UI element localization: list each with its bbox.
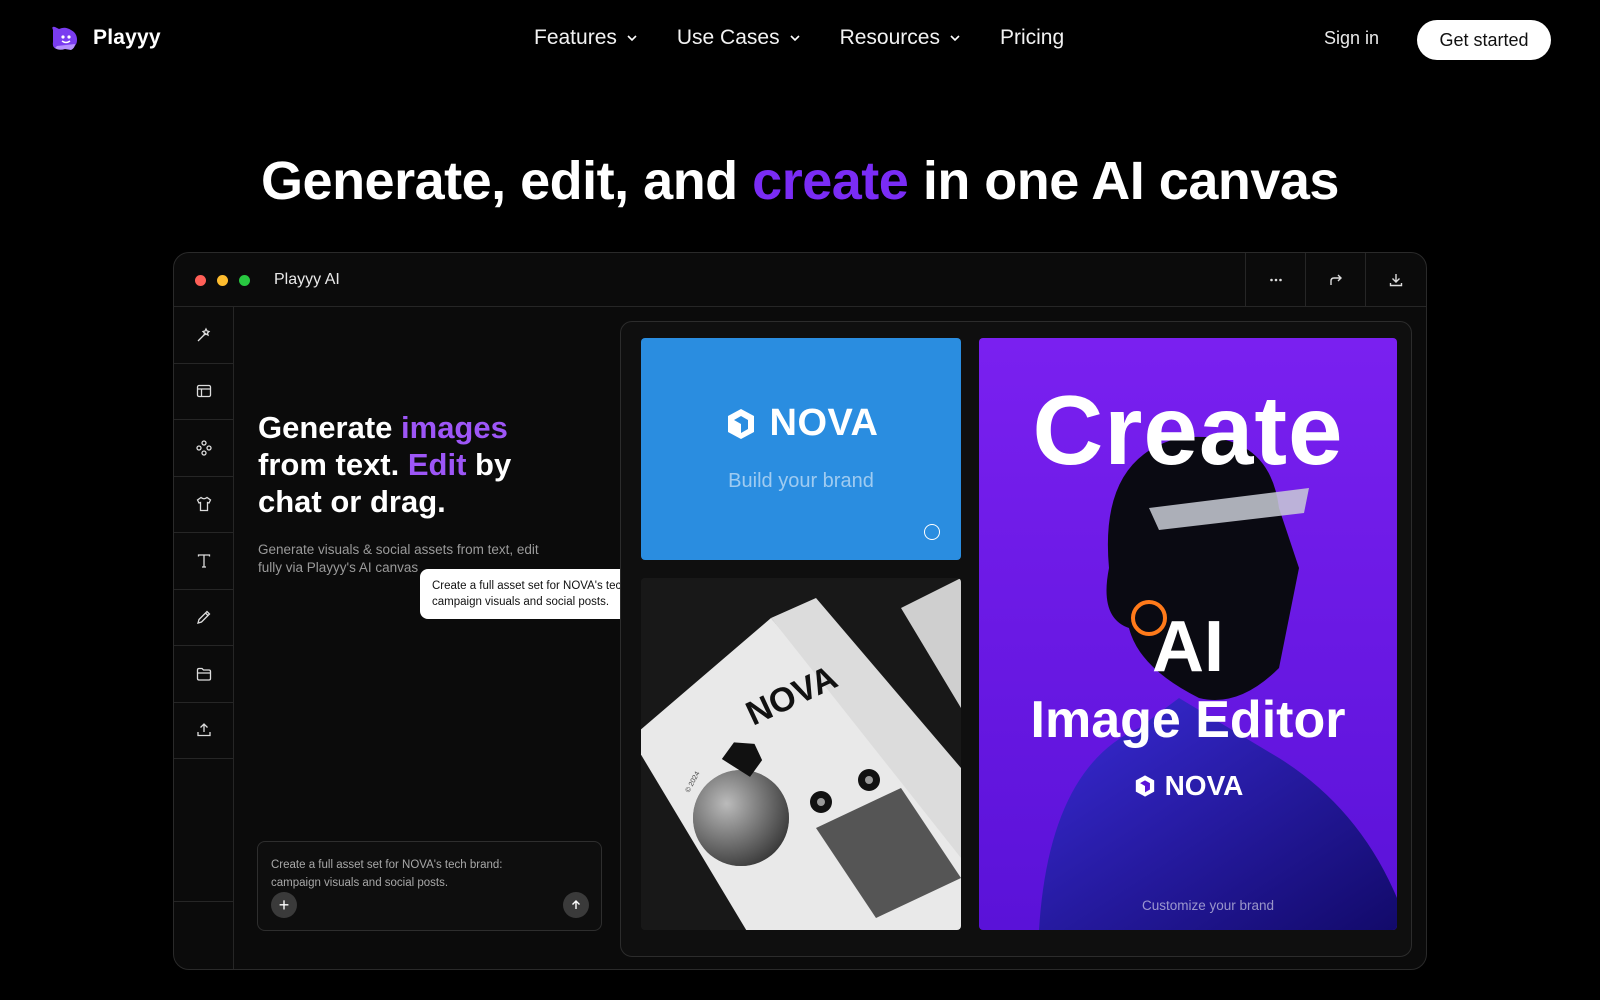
tool-components[interactable]	[174, 420, 233, 477]
nav-use-cases[interactable]: Use Cases	[677, 26, 802, 50]
sign-in-link[interactable]: Sign in	[1324, 28, 1379, 49]
nav-resources[interactable]: Resources	[840, 26, 962, 50]
poster-nova-logo: NOVA	[979, 770, 1397, 802]
tool-apparel[interactable]	[174, 477, 233, 533]
share-icon	[1329, 274, 1342, 285]
toolbar-footer	[174, 901, 233, 969]
app-window: Playyy AI Generate images from text. Edi…	[173, 252, 1427, 970]
magic-wand-icon	[197, 327, 210, 342]
hero-part2: in one AI canvas	[908, 151, 1340, 211]
upload-icon	[196, 723, 211, 737]
cursor-ring-icon	[924, 524, 940, 540]
tool-magic[interactable]	[174, 307, 233, 364]
nova-wordmark: NOVA	[769, 402, 879, 444]
minimize-dot[interactable]	[217, 275, 228, 286]
chevron-down-icon	[950, 35, 960, 42]
nova-logo: NOVA	[641, 402, 961, 445]
heading-part3: by	[466, 447, 512, 482]
tool-sidebar	[174, 307, 234, 969]
nav-pricing-label: Pricing	[999, 26, 1065, 49]
download-button[interactable]	[1365, 253, 1425, 307]
nav-features[interactable]: Features	[534, 26, 639, 50]
heading-part2: from text.	[258, 447, 408, 482]
plus-icon: +	[278, 894, 290, 915]
arrow-up-icon	[572, 900, 580, 909]
share-button[interactable]	[1305, 253, 1365, 307]
attach-button[interactable]: +	[271, 892, 297, 918]
poster-card-purple[interactable]: Create AI Image Editor NOVA Customize yo…	[979, 338, 1397, 930]
tool-text[interactable]	[174, 533, 233, 590]
chevron-down-icon	[790, 35, 800, 42]
composer-input[interactable]: Create a full asset set for NOVA's tech …	[271, 856, 551, 892]
more-icon	[1269, 278, 1282, 282]
pane-heading: Generate images from text. Edit by chat …	[258, 409, 598, 520]
poster-nova-wordmark: NOVA	[1164, 770, 1244, 801]
tool-upload[interactable]	[174, 703, 233, 759]
nova-hex-icon	[1135, 775, 1154, 797]
more-button[interactable]	[1245, 253, 1305, 307]
nav-resources-label: Resources	[839, 26, 940, 49]
tool-draw[interactable]	[174, 590, 233, 646]
chat-pane: Generate images from text. Edit by chat …	[234, 307, 682, 969]
top-nav: Playyy Features Use Cases Resources Pric…	[0, 0, 1600, 80]
print-mockup-card[interactable]: © 2024 NOVA	[641, 578, 961, 930]
main-menu: Features Use Cases Resources Pricing	[534, 26, 1064, 50]
heading-part4: chat or drag.	[258, 484, 446, 519]
print-mockup-image: © 2024 NOVA	[641, 578, 961, 930]
get-started-button[interactable]: Get started	[1417, 20, 1551, 60]
poster-headline: Create	[1032, 375, 1344, 485]
send-button[interactable]	[563, 892, 589, 918]
nav-use-cases-label: Use Cases	[676, 26, 780, 49]
logo[interactable]: Playyy	[49, 24, 161, 52]
nav-features-label: Features	[534, 26, 617, 49]
maximize-dot[interactable]	[239, 275, 250, 286]
image-canvas[interactable]: NOVA Build your brand © 2024 NOVA Create…	[620, 321, 1412, 957]
nav-pricing[interactable]: Pricing	[1000, 26, 1064, 50]
heading-accent-edit: Edit	[407, 447, 467, 482]
download-icon	[1389, 274, 1402, 287]
prompt-composer[interactable]: Create a full asset set for NOVA's tech …	[257, 841, 602, 931]
text-icon	[197, 554, 210, 568]
shirt-icon	[196, 496, 211, 512]
layout-icon	[196, 385, 211, 398]
tool-files[interactable]	[174, 646, 233, 703]
chevron-down-icon	[627, 35, 637, 42]
blue-card-tagline: Build your brand	[728, 470, 874, 492]
hero-accent: create	[752, 151, 909, 211]
folder-icon	[196, 667, 211, 681]
hero-headline: Generate, edit, and create in one AI can…	[0, 150, 1600, 212]
brand-name: Playyy	[93, 26, 161, 49]
app-title: Playyy AI	[274, 271, 340, 288]
poster-caption: Customize your brand	[1141, 898, 1275, 913]
close-dot[interactable]	[195, 275, 206, 286]
app-titlebar: Playyy AI	[174, 253, 1426, 307]
hero-part1: Generate, edit, and	[261, 151, 753, 211]
components-icon	[195, 440, 212, 456]
heading-accent-images: images	[401, 410, 508, 445]
poster-ai: AI	[1152, 607, 1224, 687]
pencil-icon	[196, 610, 210, 625]
poster-image-editor: Image Editor	[1030, 691, 1346, 749]
nova-hex-icon	[727, 408, 754, 439]
brand-card-blue[interactable]: NOVA Build your brand	[641, 338, 961, 560]
heading-part1: Generate	[258, 410, 402, 445]
logo-mascot-icon	[52, 26, 77, 50]
tool-layout[interactable]	[174, 364, 233, 420]
